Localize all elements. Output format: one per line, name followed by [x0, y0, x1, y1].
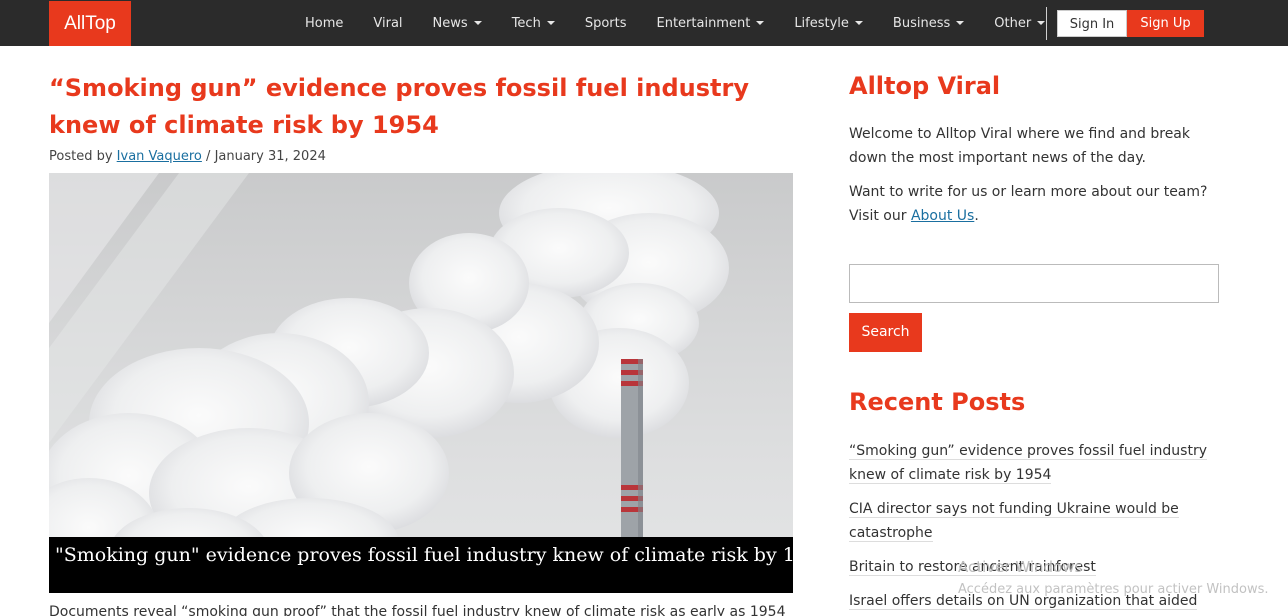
recent-post-link[interactable]: “Smoking gun” evidence proves fossil fue… [849, 443, 1207, 484]
search-button[interactable]: Search [849, 313, 922, 352]
nav-item-tech[interactable]: Tech [497, 16, 570, 31]
nav-item-other[interactable]: Other [979, 16, 1060, 31]
nav-item-home[interactable]: Home [290, 16, 358, 31]
nav-item-label: Tech [511, 15, 541, 31]
nav-item-label: Viral [373, 15, 403, 31]
about-us-link[interactable]: About Us [911, 208, 974, 224]
sign-in-button[interactable]: Sign In [1057, 10, 1127, 37]
list-item[interactable]: “Smoking gun” evidence proves fossil fue… [849, 438, 1209, 496]
nav-item-viral[interactable]: Viral [358, 16, 417, 31]
article-title: “Smoking gun” evidence proves fossil fue… [49, 74, 749, 139]
nav-item-business[interactable]: Business [878, 16, 979, 31]
nav-item-news[interactable]: News [418, 16, 497, 31]
chevron-down-icon [854, 21, 863, 25]
sidebar-write-text: Want to write for us or learn more about… [849, 180, 1229, 228]
nav-item-lifestyle[interactable]: Lifestyle [779, 16, 878, 31]
nav-item-label: Business [892, 15, 951, 31]
list-item[interactable]: CIA director says not funding Ukraine wo… [849, 496, 1209, 554]
nav-item-label: News [432, 15, 468, 31]
search-input[interactable] [849, 264, 1219, 303]
activate-windows-title: Activer Windows [958, 558, 1083, 576]
sign-up-button[interactable]: Sign Up [1127, 10, 1204, 37]
sidebar-heading: Alltop Viral [849, 72, 1001, 100]
byline: Posted by Ivan Vaquero / January 31, 202… [49, 149, 326, 164]
post-date: January 31, 2024 [214, 149, 326, 164]
smokestack-illustration [49, 173, 729, 593]
sidebar-intro: Welcome to Alltop Viral where we find an… [849, 126, 1190, 166]
chevron-down-icon [756, 21, 765, 25]
recent-post-link[interactable]: CIA director says not funding Ukraine wo… [849, 501, 1179, 542]
byline-prefix: Posted by [49, 149, 113, 164]
image-caption: "Smoking gun" evidence proves fossil fue… [49, 537, 793, 593]
chevron-down-icon [1037, 21, 1046, 25]
nav-item-sports[interactable]: Sports [570, 16, 642, 31]
author-link[interactable]: Ivan Vaquero [117, 149, 202, 164]
byline-separator: / [206, 149, 211, 164]
hero-image [49, 173, 793, 593]
write-suffix: . [974, 208, 979, 224]
brand-logo[interactable]: AllTop [49, 1, 131, 46]
recent-posts-heading: Recent Posts [849, 388, 1026, 416]
chevron-down-icon [956, 21, 965, 25]
nav-divider [1046, 7, 1047, 40]
nav-item-label: Other [994, 15, 1032, 31]
nav-item-label: Lifestyle [794, 15, 849, 31]
nav-item-label: Home [305, 15, 344, 31]
chevron-down-icon [473, 21, 482, 25]
nav-item-label: Sports [584, 15, 627, 31]
write-prefix: Want to write for us or learn more about… [849, 184, 1208, 224]
nav-item-entertainment[interactable]: Entertainment [642, 16, 780, 31]
top-navbar: AllTop Home Viral News Tech Sports Enter… [0, 0, 1288, 46]
activate-windows-subtitle: Accédez aux paramètres pour activer Wind… [958, 582, 1269, 597]
article-body: Documents reveal “smoking gun proof” tha… [49, 604, 786, 616]
nav-item-label: Entertainment [656, 15, 751, 31]
nav-links: Home Viral News Tech Sports Entertainmen… [290, 0, 1060, 46]
chevron-down-icon [546, 21, 555, 25]
